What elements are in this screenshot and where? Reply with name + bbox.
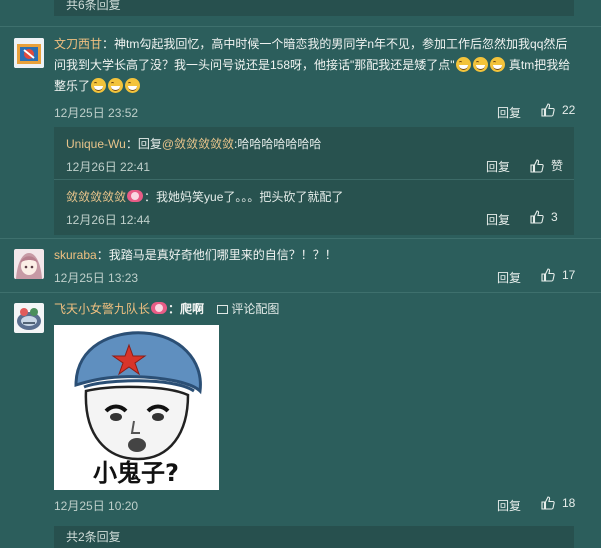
reply-timestamp: 12月26日 22:41 bbox=[66, 160, 151, 174]
avatar[interactable] bbox=[14, 249, 44, 279]
comments-page: 共6条回复 文刀西甘：神tm勾起我回忆，高中时候一个暗恋我的男同学n年不见，参加… bbox=[0, 0, 601, 548]
like-count: 3 bbox=[551, 210, 558, 224]
like-button[interactable]: 赞 bbox=[530, 157, 563, 174]
reply-button[interactable]: 回复 bbox=[486, 211, 510, 228]
laughing-emoji-icon bbox=[472, 57, 488, 72]
thumbs-up-icon bbox=[541, 268, 555, 282]
more-replies-bar-top[interactable]: 共6条回复 bbox=[54, 0, 574, 16]
avatar-image bbox=[14, 303, 44, 333]
reply-username[interactable]: Unique-Wu bbox=[66, 137, 126, 151]
laughing-emoji-icon bbox=[91, 78, 107, 93]
reply-body: :哈哈哈哈哈哈哈 bbox=[234, 137, 322, 151]
comment-text: 文刀西甘：神tm勾起我回忆，高中时候一个暗恋我的男同学n年不见，参加工作后忽然加… bbox=[54, 34, 579, 97]
like-button[interactable]: 22 bbox=[541, 103, 575, 117]
comment-timestamp: 12月25日 13:23 bbox=[54, 271, 139, 285]
thumbs-up-icon bbox=[541, 103, 555, 117]
more-replies-label[interactable]: 共2条回复 bbox=[66, 530, 121, 544]
comment-timestamp: 12月25日 10:20 bbox=[54, 499, 139, 513]
replies-box: Unique-Wu：回复@敛敛敛敛敛:哈哈哈哈哈哈哈 12月26日 22:41 … bbox=[54, 127, 574, 235]
mention-link[interactable]: @敛敛敛敛敛 bbox=[162, 137, 234, 151]
divider bbox=[0, 238, 601, 239]
vip-badge-icon bbox=[151, 302, 168, 314]
image-link-label[interactable]: 评论配图 bbox=[231, 302, 279, 316]
thumbs-up-icon bbox=[541, 496, 555, 510]
image-link[interactable]: 评论配图 bbox=[217, 302, 279, 316]
reply-username[interactable]: 敛敛敛敛敛 bbox=[66, 190, 126, 204]
thumbs-up-icon bbox=[530, 210, 544, 224]
thumbs-up-icon bbox=[530, 158, 544, 173]
comment-username[interactable]: 文刀西甘 bbox=[54, 37, 102, 51]
reply-button[interactable]: 回复 bbox=[497, 269, 521, 286]
reply-button[interactable]: 回复 bbox=[497, 497, 521, 514]
comment-username[interactable]: skuraba bbox=[54, 248, 97, 262]
comment-text: 飞天小女警九队长 ：爬啊 评论配图 bbox=[54, 299, 579, 320]
reply-timestamp: 12月26日 12:44 bbox=[66, 213, 151, 227]
divider bbox=[54, 179, 574, 180]
avatar-image bbox=[14, 249, 44, 279]
reply-body: ：我她妈笑yue了。。。把头砍了就配了 bbox=[144, 190, 344, 204]
reply-text: Unique-Wu：回复@敛敛敛敛敛:哈哈哈哈哈哈哈 bbox=[66, 135, 321, 153]
avatar[interactable] bbox=[14, 38, 44, 68]
avatar[interactable] bbox=[14, 303, 44, 333]
vip-badge-icon bbox=[127, 190, 144, 202]
comment-text: skuraba：我踏马是真好奇他们哪里来的自信？！？！ bbox=[54, 245, 579, 266]
reply-prefix: ：回复 bbox=[125, 137, 162, 151]
reply-text: 敛敛敛敛敛 ：我她妈笑yue了。。。把头砍了就配了 bbox=[66, 188, 343, 206]
divider bbox=[0, 26, 601, 27]
like-button[interactable]: 3 bbox=[530, 210, 558, 224]
like-button[interactable]: 17 bbox=[541, 268, 575, 282]
laughing-emoji-icon bbox=[108, 78, 124, 93]
like-count: 17 bbox=[562, 268, 576, 282]
like-count: 18 bbox=[562, 496, 576, 510]
more-replies-label[interactable]: 共6条回复 bbox=[66, 0, 121, 12]
comment-timestamp: 12月25日 23:52 bbox=[54, 106, 139, 120]
more-replies-bar-bottom[interactable]: 共2条回复 bbox=[54, 526, 574, 548]
laughing-emoji-icon bbox=[455, 57, 471, 72]
image-icon bbox=[217, 305, 229, 314]
comment-username[interactable]: 飞天小女警九队长 bbox=[54, 302, 150, 316]
comment-body: ：我踏马是真好奇他们哪里来的自信？！？！ bbox=[96, 248, 337, 262]
reply-button[interactable]: 回复 bbox=[486, 158, 510, 175]
divider bbox=[0, 292, 601, 293]
reply-button[interactable]: 回复 bbox=[497, 104, 521, 121]
laughing-emoji-icon bbox=[125, 78, 141, 93]
like-count: 22 bbox=[562, 103, 576, 117]
meme-image: 小鬼子? bbox=[54, 325, 219, 490]
like-count: 赞 bbox=[551, 159, 564, 173]
avatar-image bbox=[14, 38, 44, 68]
comment-image[interactable]: 小鬼子? bbox=[54, 325, 219, 490]
laughing-emoji-icon bbox=[489, 57, 505, 72]
meme-caption: 小鬼子? bbox=[93, 459, 179, 487]
like-button[interactable]: 18 bbox=[541, 496, 575, 510]
comment-body: ：爬啊 bbox=[168, 302, 205, 316]
